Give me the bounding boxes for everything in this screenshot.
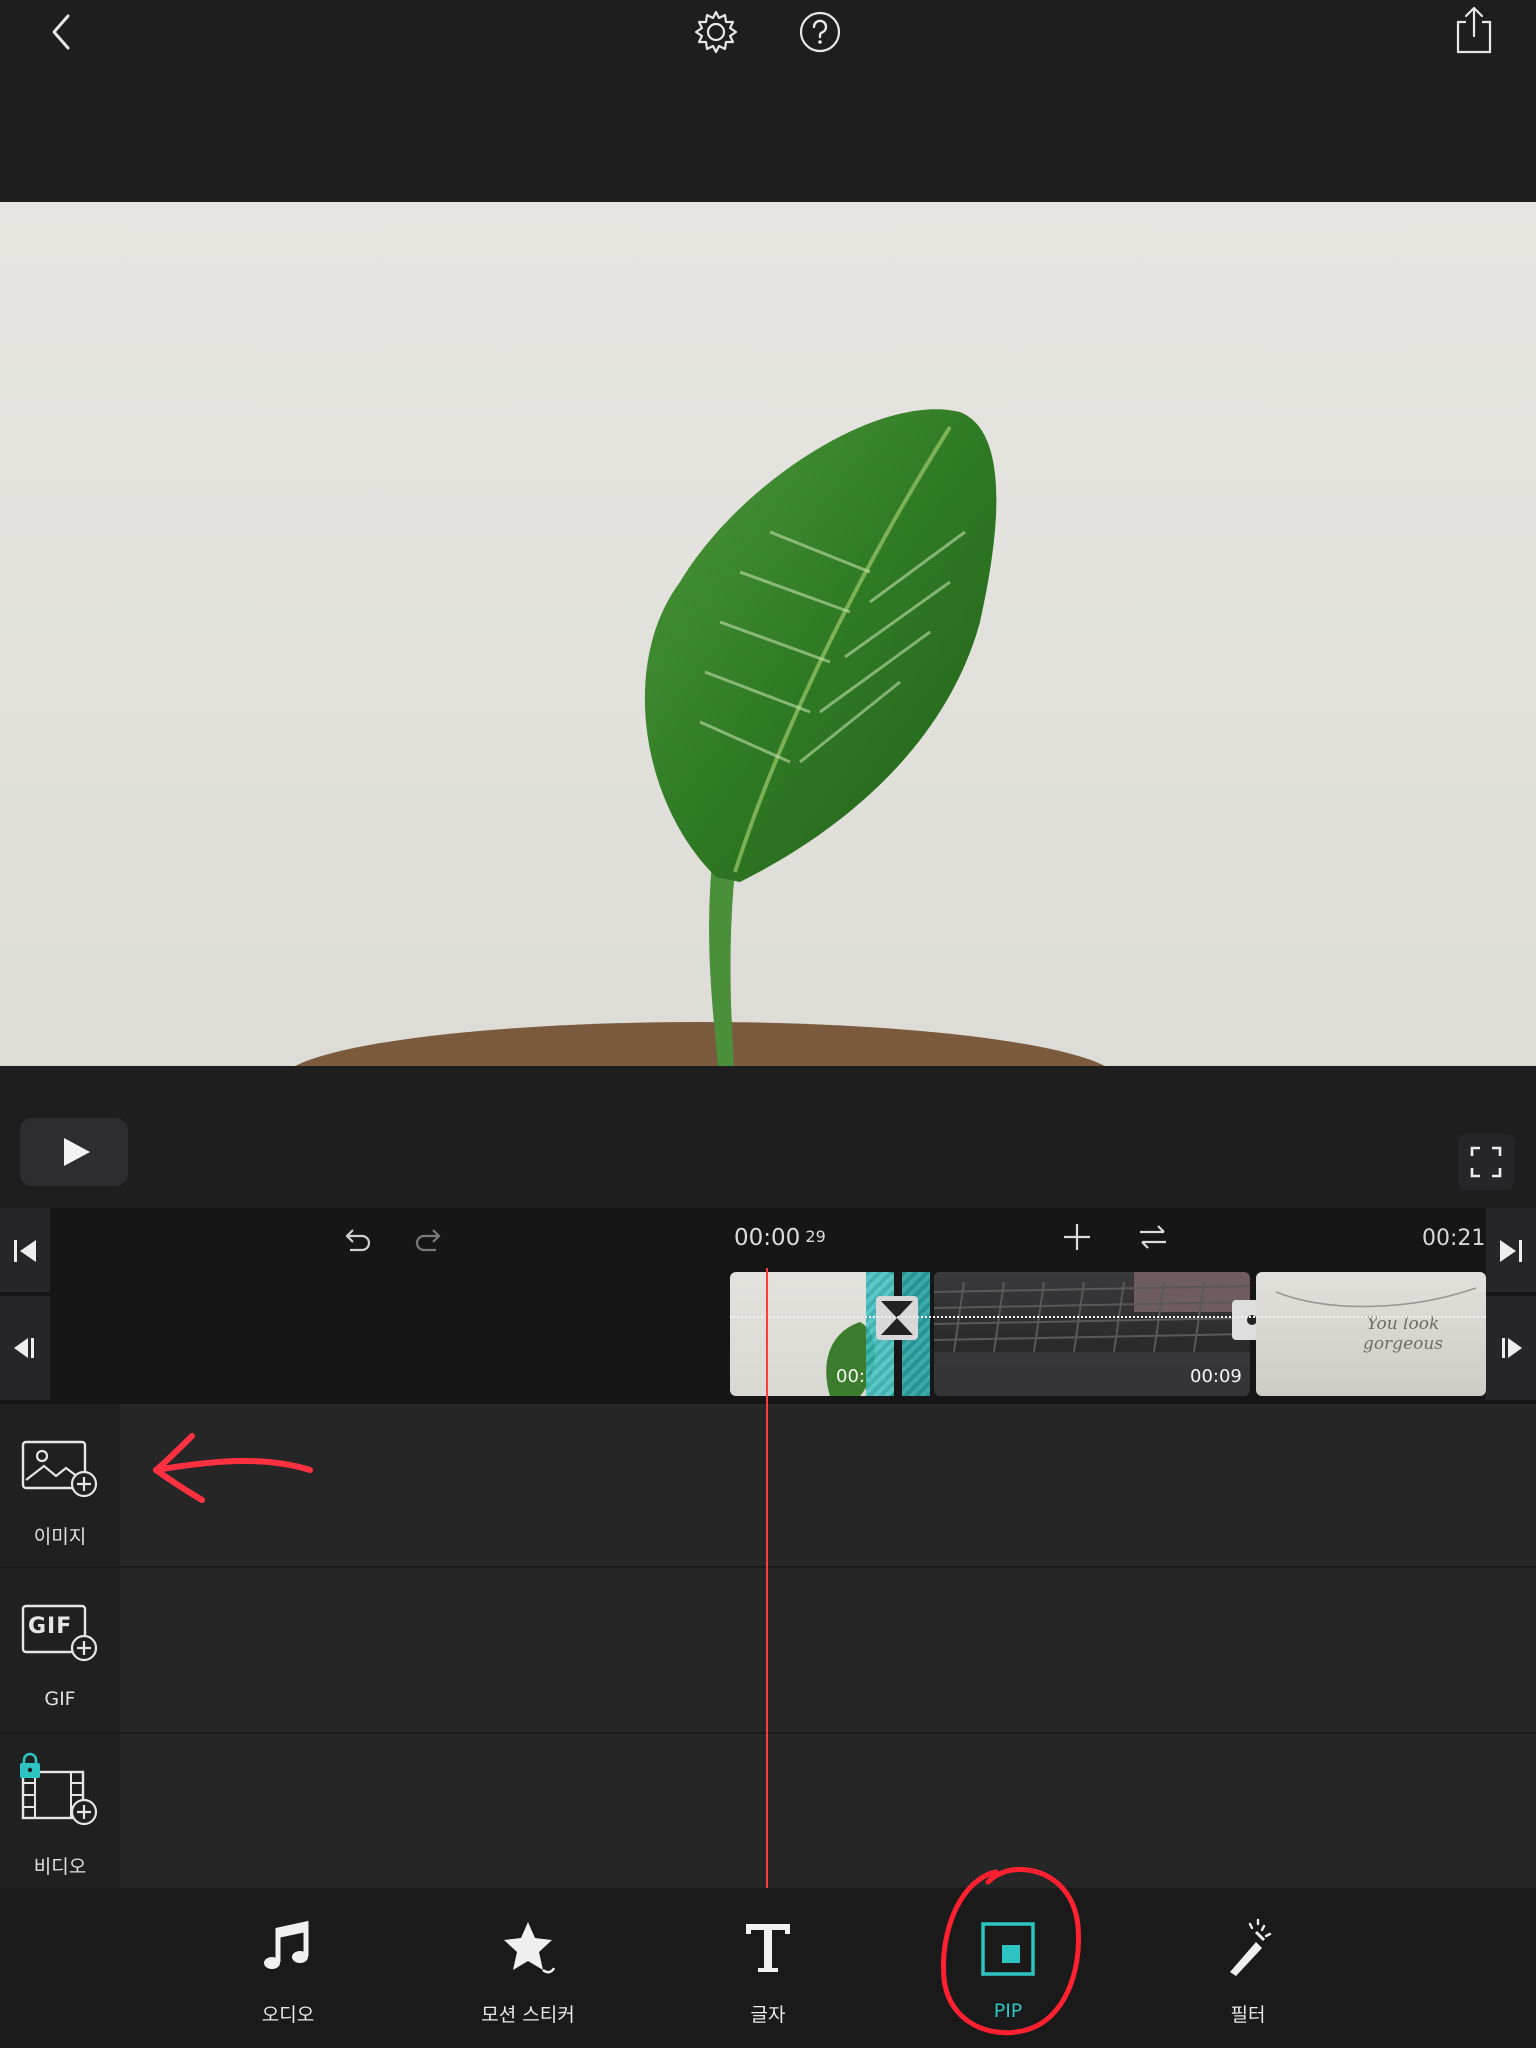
clip-duration: 00:09 [1190,1366,1242,1387]
track-video-header[interactable]: 비디오 [0,1734,120,1888]
undo-icon[interactable] [340,1222,374,1256]
redo-icon[interactable] [412,1222,446,1256]
toolbar-label: 오디오 [261,2004,315,2026]
toolbar-text[interactable]: 글자 [698,1918,838,2026]
jump-to-start-button[interactable] [0,1208,50,1292]
clip-text-card[interactable]: You look gorgeous [1256,1272,1486,1396]
lock-icon [20,1752,40,1778]
total-time: 00:21 [1422,1226,1486,1251]
current-frame-value: 29 [805,1227,826,1246]
clip-overlay-text: You look gorgeous [1348,1314,1458,1354]
top-bar [0,0,1536,202]
text-t-icon [740,1918,796,1978]
track-video [0,1734,1536,1888]
step-forward-icon [1502,1338,1522,1358]
next-frame-button[interactable] [1486,1296,1536,1400]
magic-wand-icon [1220,1918,1276,1978]
player-controls [0,1066,1536,1208]
share-icon[interactable] [1450,4,1498,54]
fullscreen-button[interactable] [1458,1134,1514,1190]
jump-to-end-button[interactable] [1486,1208,1536,1292]
video-add-icon [18,1752,102,1828]
current-time: 00:00 29 [734,1225,844,1257]
toolbar-audio[interactable]: 오디오 [218,1918,358,2026]
track-label: 비디오 [33,1856,87,1878]
toolbar-label: 필터 [1230,2004,1266,2026]
toolbar-filter[interactable]: 필터 [1178,1918,1318,2026]
fullscreen-icon [1470,1146,1502,1178]
prev-frame-button[interactable] [0,1296,50,1400]
transition-button[interactable] [876,1296,918,1340]
play-icon [64,1138,90,1166]
music-note-icon [260,1918,316,1978]
image-add-icon [20,1436,100,1500]
back-icon[interactable] [38,8,86,56]
annotation-circle [934,1862,1086,2042]
swap-icon[interactable] [1136,1220,1170,1254]
step-back-icon [14,1338,34,1358]
toolbar-label: 모션 스티커 [481,2004,575,2026]
gear-icon[interactable] [692,8,740,56]
toolbar-label: 글자 [750,2004,786,2026]
add-clip-icon[interactable] [1060,1220,1094,1254]
skip-start-icon [14,1240,36,1262]
clip-laptop[interactable]: 00:09 [934,1272,1250,1396]
gif-icon-text: GIF [28,1614,73,1639]
track-label: 이미지 [33,1526,87,1548]
track-gif-header[interactable]: GIF GIF [0,1568,120,1732]
skip-end-icon [1500,1240,1522,1262]
track-label: GIF [44,1688,76,1710]
track-gif [0,1568,1536,1732]
question-circle-icon[interactable] [796,8,844,56]
current-time-value: 00:00 [734,1225,801,1251]
gif-add-icon: GIF [20,1600,100,1664]
annotation-arrow [146,1426,316,1506]
video-preview [0,202,1536,1066]
play-button[interactable] [20,1118,128,1186]
track-image-header[interactable]: 이미지 [0,1404,120,1566]
overlay-line-2: gorgeous [1362,1334,1444,1354]
transition-icon [881,1301,913,1335]
star-sticker-icon [500,1918,556,1978]
playhead[interactable] [766,1268,768,1888]
audio-volume-line [730,1316,1486,1318]
toolbar-motion-sticker[interactable]: 모션 스티커 [458,1918,598,2026]
